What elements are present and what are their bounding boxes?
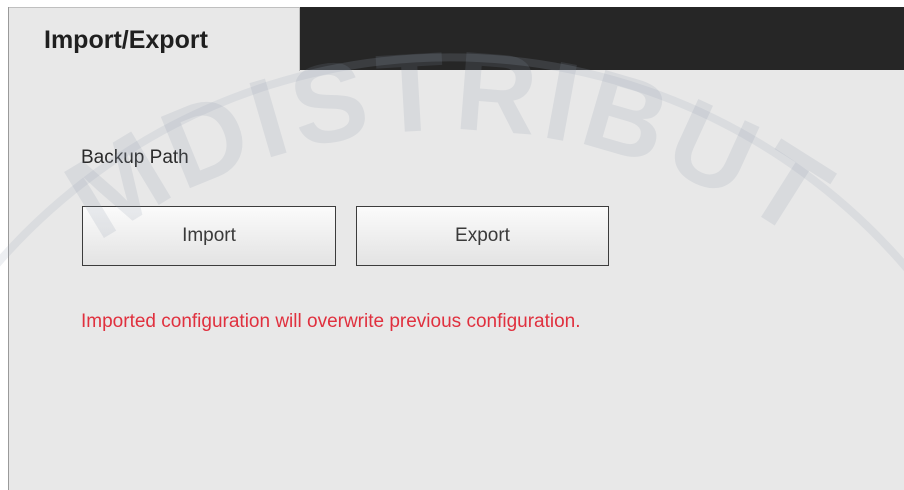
backup-path-label: Backup Path xyxy=(81,147,189,168)
overwrite-warning-text: Imported configuration will overwrite pr… xyxy=(81,311,581,332)
tab-bar: Import/Export xyxy=(9,7,904,71)
tab-label: Import/Export xyxy=(44,26,208,54)
export-button[interactable]: Export xyxy=(356,206,609,266)
config-panel: Import/Export Backup Path Import Export … xyxy=(8,7,904,490)
import-button[interactable]: Import xyxy=(82,206,336,266)
tab-import-export[interactable]: Import/Export xyxy=(9,7,300,71)
